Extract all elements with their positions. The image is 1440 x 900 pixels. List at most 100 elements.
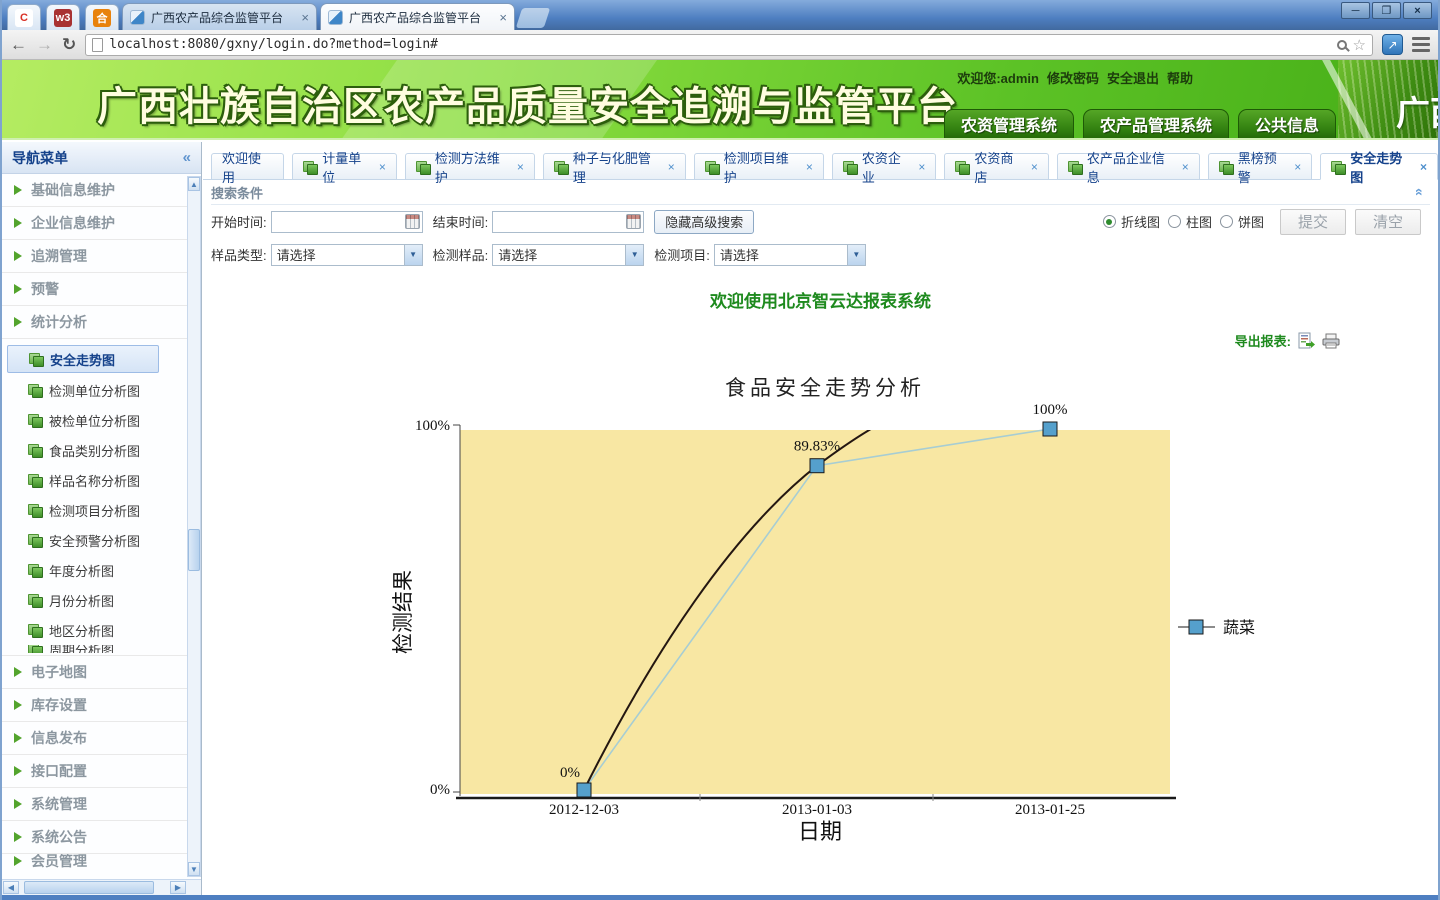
sidebar-group[interactable]: 追溯管理 [2,240,187,273]
close-button[interactable]: × [1403,2,1432,19]
sidebar-item[interactable]: 检测项目分析图 [2,495,187,525]
pinned-tab[interactable]: 合 [85,4,119,30]
main-area: 欢迎使用 计量单位 × 检测方法维护 × [203,142,1438,895]
sidebar-group-clipped[interactable]: 会员管理 [2,854,187,868]
calendar-icon[interactable] [405,214,420,229]
scrollbar-thumb[interactable] [188,529,200,571]
sample-select[interactable]: 请选择 ▼ [492,244,644,266]
back-button[interactable]: ← [10,36,27,53]
sidebar-group[interactable]: 电子地图 [2,656,187,689]
dropdown-arrow-icon[interactable]: ▼ [404,245,422,265]
tab-close-icon[interactable]: × [379,160,386,174]
radio-icon[interactable] [1168,215,1181,228]
tab-close-icon[interactable]: × [668,160,675,174]
sidebar-item[interactable]: 样品名称分析图 [2,465,187,495]
sidebar-item-clipped[interactable]: 周期分析图 [2,645,187,653]
document-tab[interactable]: 检测方法维护 × [405,153,535,180]
scroll-left-icon[interactable]: ◀ [3,881,19,894]
dropdown-arrow-icon[interactable]: ▼ [847,245,865,265]
tab-close-icon[interactable]: × [517,160,524,174]
document-tab[interactable]: 种子与化肥管理 × [543,153,686,180]
tab-close-icon[interactable]: × [1294,160,1301,174]
address-bar[interactable]: localhost:8080/gxny/login.do?method=logi… [85,34,1373,56]
sidebar-group[interactable]: 接口配置 [2,755,187,788]
sidebar-group[interactable]: 库存设置 [2,689,187,722]
sidebar-item[interactable]: 安全预警分析图 [2,525,187,555]
new-tab-button[interactable] [516,8,550,28]
document-tab[interactable]: 黑榜预警 × [1208,153,1313,180]
system-nav-button[interactable]: 农产品管理系统 [1083,109,1229,138]
panel-collapse-icon[interactable]: « [1412,188,1428,196]
sidebar-vertical-scrollbar[interactable]: ▲ ▼ [187,176,201,877]
document-tab[interactable]: 检测项目维护 × [694,153,824,180]
user-link[interactable]: 帮助 [1167,68,1193,87]
calendar-icon[interactable] [626,214,641,229]
sidebar-group[interactable]: 系统公告 [2,821,187,854]
bookmark-star-icon[interactable]: ☆ [1353,36,1366,54]
chart-type-option[interactable]: 柱图 [1168,212,1212,231]
tab-welcome[interactable]: 欢迎使用 [211,153,284,180]
sidebar-item[interactable]: 被检单位分析图 [2,405,187,435]
test-item-select[interactable]: 请选择 ▼ [714,244,866,266]
sample-type-select[interactable]: 请选择 ▼ [271,244,423,266]
extension-icon[interactable]: ↗ [1382,34,1403,55]
end-time-input[interactable] [492,211,644,233]
sidebar-group[interactable]: 统计分析 [2,306,187,339]
restore-button[interactable]: ❐ [1372,2,1401,19]
chart-type-option[interactable]: 折线图 [1103,212,1160,231]
document-tab[interactable]: 农资企业 × [832,153,937,180]
sidebar-item[interactable]: 年度分析图 [2,555,187,585]
sidebar-group[interactable]: 预警 [2,273,187,306]
reload-button[interactable]: ↻ [62,36,76,53]
url-text[interactable]: localhost:8080/gxny/login.do?method=logi… [109,37,1330,52]
sidebar-group[interactable]: 基础信息维护 [2,174,187,207]
sidebar-collapse-icon[interactable]: « [183,149,191,166]
sidebar-group[interactable]: 企业信息维护 [2,207,187,240]
tab-close-icon[interactable]: × [1031,160,1038,174]
user-link[interactable]: 修改密码 [1047,68,1099,87]
pinned-tab[interactable]: C [7,4,41,30]
browser-tab[interactable]: 广西农产品综合监管平台 × [320,3,515,30]
document-tab[interactable]: 计量单位 × [292,153,397,180]
system-nav-button[interactable]: 公共信息 [1238,109,1336,138]
tab-close-icon[interactable]: × [301,10,309,25]
scroll-down-icon[interactable]: ▼ [188,862,200,876]
clear-button[interactable]: 清空 [1355,209,1421,235]
sidebar-horizontal-scrollbar[interactable]: ◀ ▶ [2,879,201,895]
chart-type-option[interactable]: 饼图 [1220,212,1264,231]
browser-menu-icon[interactable] [1412,37,1430,52]
document-tab[interactable]: 农产品企业信息 × [1057,153,1200,180]
sidebar-item[interactable]: 月份分析图 [2,585,187,615]
tab-close-icon[interactable]: × [806,160,813,174]
start-time-input[interactable] [271,211,423,233]
hide-advanced-search-button[interactable]: 隐藏高级搜索 [654,210,754,234]
sidebar-item[interactable]: 地区分析图 [2,615,187,645]
sidebar-item[interactable]: 检测单位分析图 [2,375,187,405]
scrollbar-thumb[interactable] [24,881,154,894]
document-tab[interactable]: 农资商店 × [944,153,1049,180]
sidebar-group[interactable]: 信息发布 [2,722,187,755]
scroll-up-icon[interactable]: ▲ [188,177,200,191]
tab-close-icon[interactable]: × [918,160,925,174]
pinned-tab[interactable]: w3 [46,4,80,30]
sidebar-group-label: 系统公告 [31,827,87,847]
forward-button[interactable]: → [36,36,53,53]
dropdown-arrow-icon[interactable]: ▼ [625,245,643,265]
submit-button[interactable]: 提交 [1280,209,1346,235]
ytick-100: 100% [415,418,450,434]
zoom-search-icon[interactable] [1337,40,1347,50]
tab-close-icon[interactable]: × [1420,160,1427,174]
tab-close-icon[interactable]: × [1182,160,1189,174]
sidebar-item-selected[interactable]: 安全走势图 [7,345,159,373]
browser-tab[interactable]: 广西农产品综合监管平台 × [122,3,317,30]
radio-icon[interactable] [1103,215,1116,228]
system-nav-button[interactable]: 农资管理系统 [944,109,1074,138]
tab-active-safety-trend[interactable]: 安全走势图 × [1320,153,1438,180]
user-link[interactable]: 安全退出 [1107,68,1159,87]
scroll-right-icon[interactable]: ▶ [170,881,186,894]
minimize-button[interactable]: ─ [1341,2,1370,19]
sidebar-group[interactable]: 系统管理 [2,788,187,821]
radio-icon[interactable] [1220,215,1233,228]
tab-close-icon[interactable]: × [499,10,507,25]
sidebar-item[interactable]: 食品类别分析图 [2,435,187,465]
